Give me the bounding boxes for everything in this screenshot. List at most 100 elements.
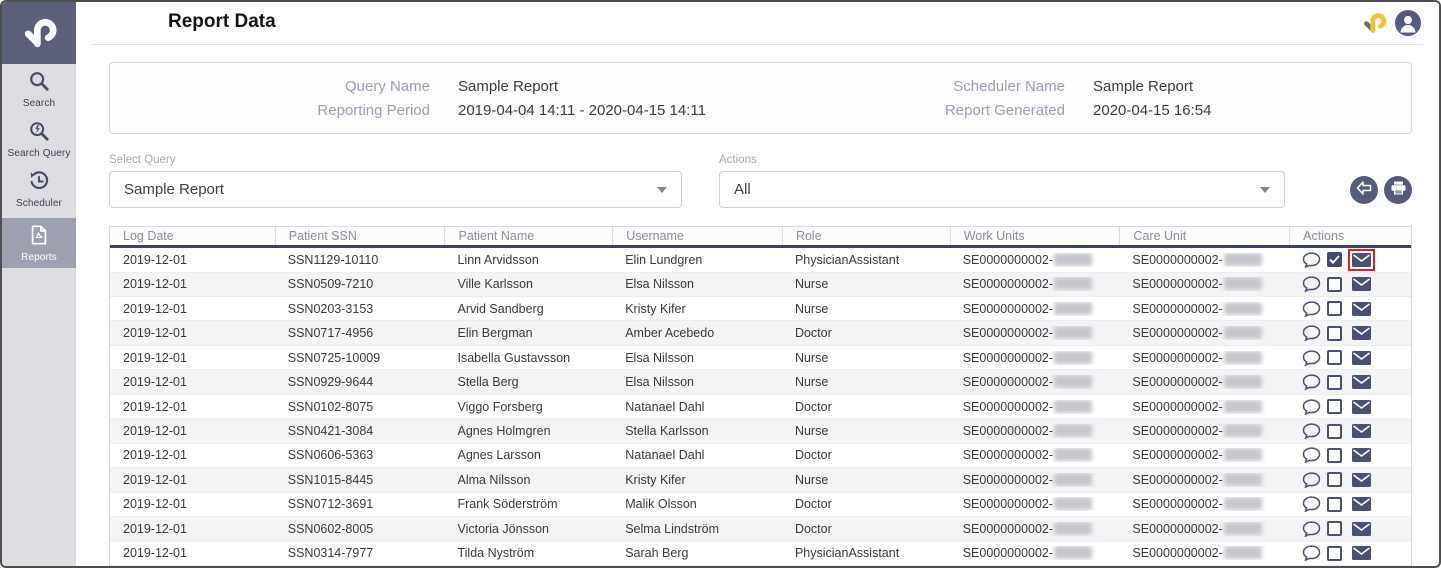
summary-value: 2019-04-04 14:11 - 2020-04-15 14:11 xyxy=(458,101,706,120)
masked-value xyxy=(1224,473,1262,486)
summary-value: Sample Report xyxy=(1093,77,1193,96)
sidebar-item-label: Search xyxy=(23,98,55,109)
print-button[interactable] xyxy=(1384,176,1412,204)
comment-icon[interactable] xyxy=(1302,374,1321,390)
column-header-role[interactable]: Role xyxy=(782,227,950,245)
email-icon[interactable] xyxy=(1348,249,1375,271)
actions-dropdown[interactable]: All xyxy=(719,171,1285,208)
cell-log-date: 2019-12-01 xyxy=(110,326,275,340)
select-checkbox[interactable] xyxy=(1327,277,1342,292)
sidebar-item-search[interactable]: Search xyxy=(2,64,76,114)
select-checkbox[interactable] xyxy=(1327,252,1342,267)
cell-username: Sarah Berg xyxy=(612,546,782,560)
sidebar-item-scheduler[interactable]: Scheduler xyxy=(2,164,76,214)
select-checkbox[interactable] xyxy=(1327,301,1342,316)
column-header-patient-ssn[interactable]: Patient SSN xyxy=(275,227,445,245)
user-avatar-icon[interactable] xyxy=(1395,10,1421,36)
email-icon[interactable] xyxy=(1348,444,1375,466)
cell-actions xyxy=(1289,298,1411,320)
email-icon[interactable] xyxy=(1348,518,1375,540)
masked-value xyxy=(1224,448,1262,461)
app-logo xyxy=(2,2,76,64)
select-query-label: Select Query xyxy=(109,154,175,166)
cell-log-date: 2019-12-01 xyxy=(110,522,275,536)
cell-actions xyxy=(1289,396,1411,418)
cell-patient-name: Viggo Forsberg xyxy=(444,400,612,414)
column-header-patient-name[interactable]: Patient Name xyxy=(444,227,612,245)
email-icon[interactable] xyxy=(1348,371,1375,393)
back-button[interactable] xyxy=(1350,176,1378,204)
sidebar-item-reports[interactable]: Reports xyxy=(2,218,76,268)
cell-care-unit: SE0000000002- xyxy=(1119,400,1289,414)
comment-icon[interactable] xyxy=(1302,276,1321,292)
cell-care-unit: SE0000000002- xyxy=(1119,375,1289,389)
comment-icon[interactable] xyxy=(1302,496,1321,512)
cell-care-unit: SE0000000002- xyxy=(1119,277,1289,291)
email-icon[interactable] xyxy=(1348,273,1375,295)
cell-work-unit: SE0000000002- xyxy=(950,522,1120,536)
summary-label: Query Name xyxy=(110,77,430,96)
column-header-actions[interactable]: Actions xyxy=(1289,227,1411,245)
comment-icon[interactable] xyxy=(1302,350,1321,366)
email-icon[interactable] xyxy=(1348,396,1375,418)
email-icon[interactable] xyxy=(1348,493,1375,515)
cell-log-date: 2019-12-01 xyxy=(110,546,275,560)
select-checkbox[interactable] xyxy=(1327,448,1342,463)
comment-icon[interactable] xyxy=(1302,301,1321,317)
table-row: 2019-12-01SSN0606-5363Agnes LarssonNatan… xyxy=(110,444,1411,468)
cell-actions xyxy=(1289,420,1411,442)
cell-patient-ssn: SSN0929-9644 xyxy=(275,375,445,389)
select-checkbox[interactable] xyxy=(1327,375,1342,390)
cell-patient-name: Isabella Gustavsson xyxy=(444,351,612,365)
select-checkbox[interactable] xyxy=(1327,521,1342,536)
cell-log-date: 2019-12-01 xyxy=(110,253,275,267)
comment-icon[interactable] xyxy=(1302,252,1321,268)
cell-username: Elin Lundgren xyxy=(612,253,782,267)
cell-work-unit: SE0000000002- xyxy=(950,448,1120,462)
select-checkbox[interactable] xyxy=(1327,399,1342,414)
reports-icon xyxy=(28,224,50,251)
select-checkbox[interactable] xyxy=(1327,497,1342,512)
sidebar-item-search-query[interactable]: Search Query xyxy=(2,114,76,164)
column-header-work-units[interactable]: Work Units xyxy=(950,227,1120,245)
email-icon[interactable] xyxy=(1348,542,1375,564)
comment-icon[interactable] xyxy=(1302,399,1321,415)
comment-icon[interactable] xyxy=(1302,545,1321,561)
cell-username: Stella Karlsson xyxy=(612,424,782,438)
email-icon[interactable] xyxy=(1348,420,1375,442)
cell-patient-ssn: SSN1015-8445 xyxy=(275,473,445,487)
masked-value xyxy=(1224,546,1262,559)
select-checkbox[interactable] xyxy=(1327,546,1342,561)
comment-icon[interactable] xyxy=(1302,472,1321,488)
select-checkbox[interactable] xyxy=(1327,350,1342,365)
table-row: 2019-12-01SSN0203-3153Arvid SandbergKris… xyxy=(110,297,1411,321)
cell-role: Doctor xyxy=(782,522,950,536)
cell-actions xyxy=(1289,347,1411,369)
select-checkbox[interactable] xyxy=(1327,326,1342,341)
email-icon[interactable] xyxy=(1348,322,1375,344)
column-header-care-unit[interactable]: Care Unit xyxy=(1119,227,1289,245)
cell-log-date: 2019-12-01 xyxy=(110,473,275,487)
column-header-username[interactable]: Username xyxy=(612,227,782,245)
comment-icon[interactable] xyxy=(1302,423,1321,439)
cell-care-unit: SE0000000002- xyxy=(1119,546,1289,560)
cell-patient-name: Stella Berg xyxy=(444,375,612,389)
masked-value xyxy=(1054,375,1092,388)
column-header-log-date[interactable]: Log Date xyxy=(110,227,275,245)
table-row: 2019-12-01SSN1129-10110Linn ArvidssonEli… xyxy=(110,248,1411,272)
cell-patient-ssn: SSN0725-10009 xyxy=(275,351,445,365)
email-icon[interactable] xyxy=(1348,469,1375,491)
select-query-dropdown[interactable]: Sample Report xyxy=(109,171,682,208)
select-checkbox[interactable] xyxy=(1327,472,1342,487)
cell-role: Doctor xyxy=(782,497,950,511)
comment-icon[interactable] xyxy=(1302,325,1321,341)
table-row: 2019-12-01SSN0102-8075Viggo ForsbergNata… xyxy=(110,395,1411,419)
comment-icon[interactable] xyxy=(1302,521,1321,537)
printer-icon xyxy=(1391,181,1406,200)
select-checkbox[interactable] xyxy=(1327,424,1342,439)
cell-care-unit: SE0000000002- xyxy=(1119,497,1289,511)
email-icon[interactable] xyxy=(1348,347,1375,369)
email-icon[interactable] xyxy=(1348,298,1375,320)
cell-log-date: 2019-12-01 xyxy=(110,375,275,389)
comment-icon[interactable] xyxy=(1302,447,1321,463)
